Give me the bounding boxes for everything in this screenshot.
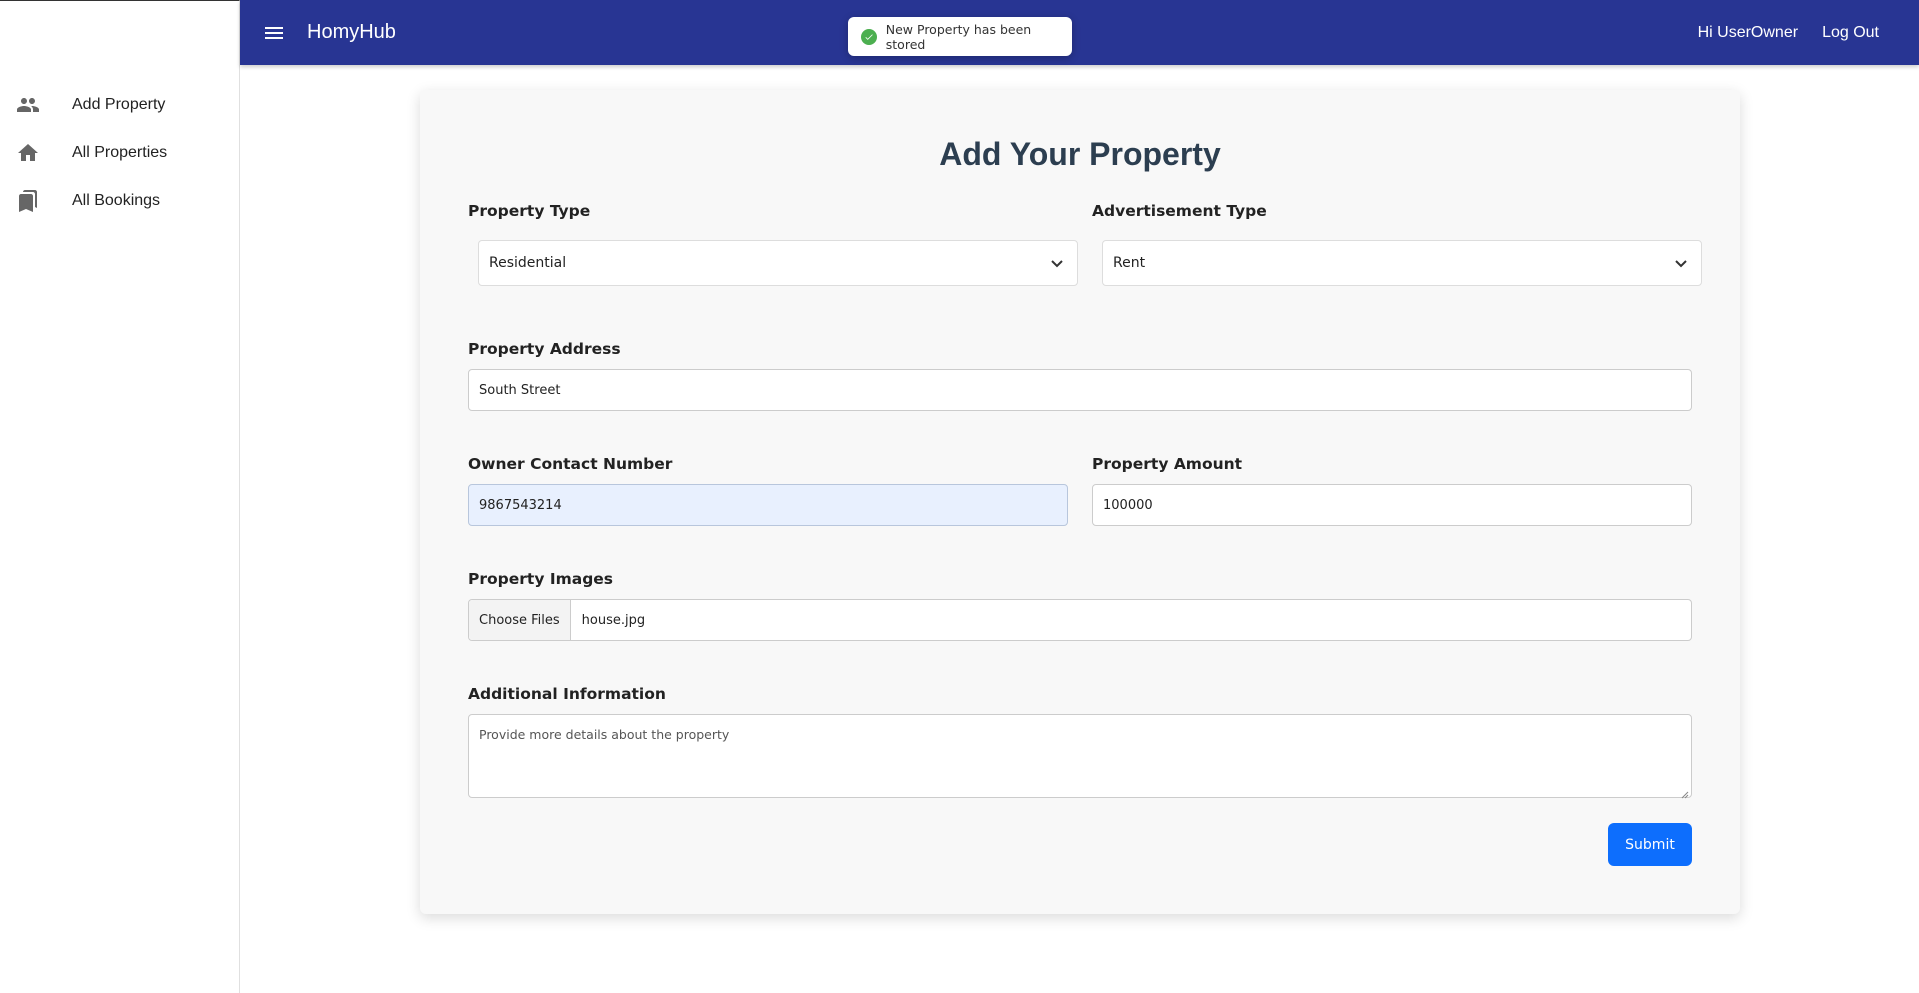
property-amount-label: Property Amount xyxy=(1092,455,1243,473)
appbar-user-area: Hi UserOwner Log Out xyxy=(1698,24,1879,42)
additional-info-textarea[interactable]: Provide more details about the property xyxy=(468,714,1692,799)
menu-button[interactable] xyxy=(260,19,288,47)
choose-files-button[interactable]: Choose Files xyxy=(469,600,571,640)
owner-contact-input[interactable]: 9867543214 xyxy=(468,484,1068,526)
property-address-value: South Street xyxy=(479,382,561,398)
sidebar-item-label: All Bookings xyxy=(72,192,161,209)
success-toast: New Property has been stored xyxy=(848,17,1072,56)
check-circle-icon xyxy=(861,28,877,45)
hamburger-menu-icon xyxy=(265,26,283,39)
property-type-select[interactable]: Residential xyxy=(478,240,1078,286)
sidebar: Add Property All Properties All Bookings xyxy=(0,0,240,993)
resize-grip-icon[interactable] xyxy=(1681,787,1689,799)
chevron-down-icon xyxy=(1673,255,1689,271)
owner-contact-label: Owner Contact Number xyxy=(468,455,673,473)
people-icon xyxy=(16,93,40,117)
sidebar-item-add-property[interactable]: Add Property xyxy=(0,81,239,129)
logout-button[interactable]: Log Out xyxy=(1822,24,1879,42)
advertisement-type-select[interactable]: Rent xyxy=(1102,240,1702,286)
submit-button[interactable]: Submit xyxy=(1608,823,1692,866)
property-amount-input[interactable]: 100000 xyxy=(1092,484,1692,526)
app-bar: HomyHub Hi UserOwner Log Out xyxy=(240,0,1919,65)
additional-info-placeholder: Provide more details about the property xyxy=(479,727,730,742)
advertisement-type-label: Advertisement Type xyxy=(1092,202,1267,220)
property-images-input[interactable]: Choose Files house.jpg xyxy=(468,599,1692,641)
advertisement-type-value: Rent xyxy=(1113,255,1146,271)
home-icon xyxy=(16,141,40,165)
user-greeting: Hi UserOwner xyxy=(1697,23,1799,41)
property-address-input[interactable]: South Street xyxy=(468,369,1692,411)
add-property-card: Add Your Property Property Type Resident… xyxy=(420,90,1740,914)
property-type-label: Property Type xyxy=(468,202,591,220)
sidebar-list: Add Property All Properties All Bookings xyxy=(0,81,239,225)
property-type-value: Residential xyxy=(489,255,567,271)
sidebar-item-label: All Properties xyxy=(72,144,168,161)
selected-file-name: house.jpg xyxy=(581,612,646,628)
property-amount-value: 100000 xyxy=(1103,497,1153,513)
bookmarks-icon xyxy=(16,189,40,213)
sidebar-item-all-properties[interactable]: All Properties xyxy=(0,129,239,177)
toast-message: New Property has been stored xyxy=(885,21,1032,52)
chevron-down-icon xyxy=(1049,255,1065,271)
owner-contact-value: 9867543214 xyxy=(479,497,562,513)
page-title: Add Your Property xyxy=(939,136,1221,172)
sidebar-item-all-bookings[interactable]: All Bookings xyxy=(0,177,239,225)
additional-info-label: Additional Information xyxy=(468,685,666,703)
property-images-label: Property Images xyxy=(468,570,614,588)
sidebar-item-label: Add Property xyxy=(72,96,166,113)
brand-title: HomyHub xyxy=(307,21,396,43)
property-address-label: Property Address xyxy=(468,340,621,358)
